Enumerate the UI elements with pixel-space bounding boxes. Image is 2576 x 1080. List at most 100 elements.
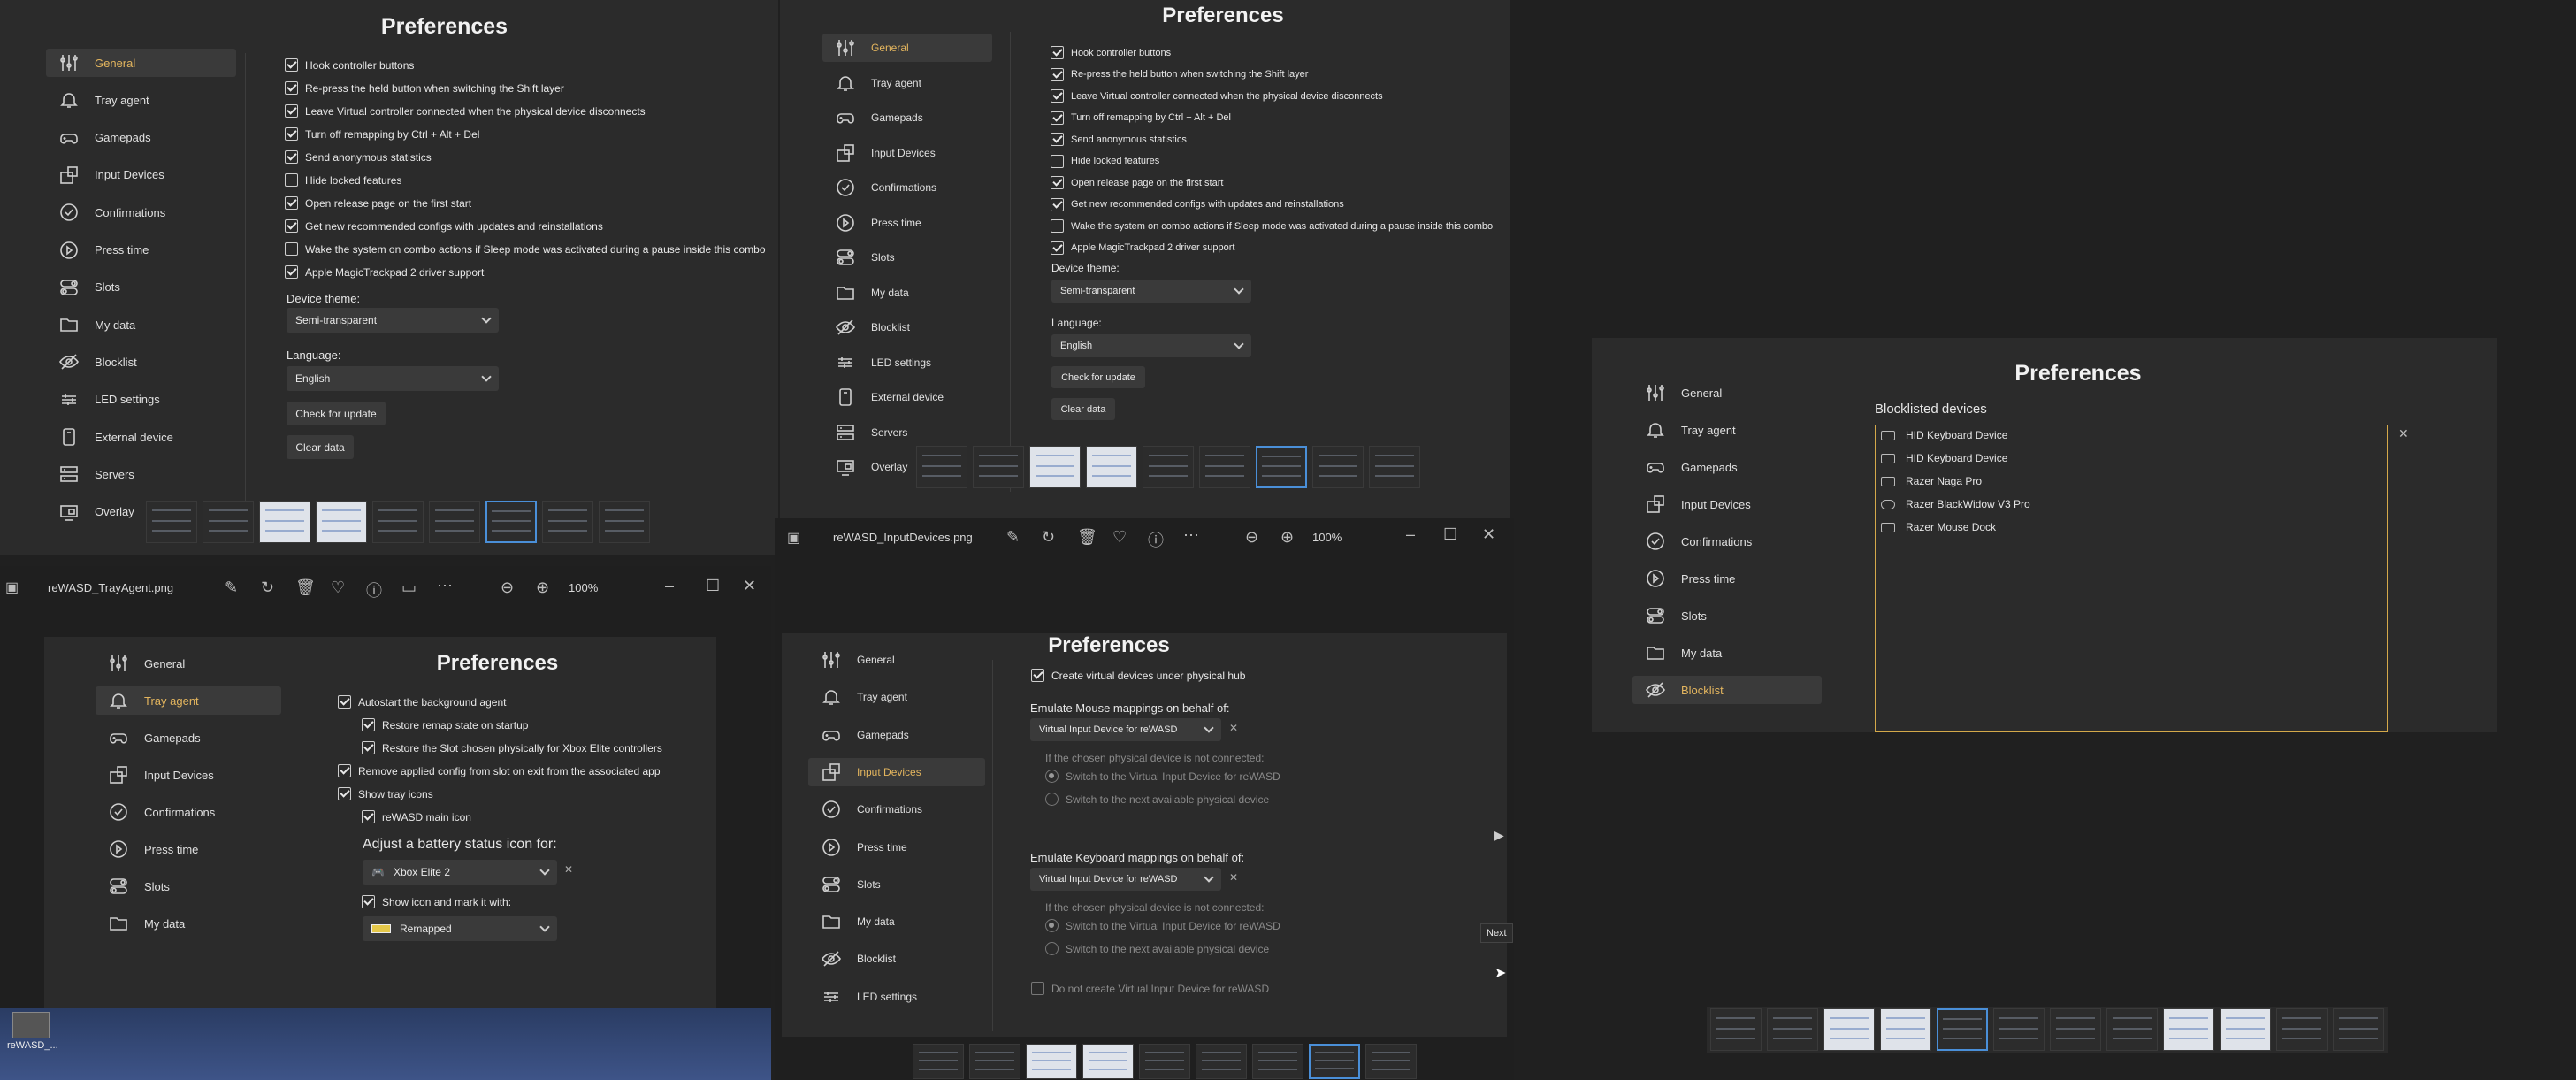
sidebar-item-confirm[interactable]: Confirmations	[822, 173, 992, 202]
filmstrip-thumbnail[interactable]	[2163, 1008, 2214, 1051]
main-icon-checkbox[interactable]: reWASD main icon	[362, 810, 471, 823]
zoom-out-icon[interactable]: ⊖	[501, 578, 514, 597]
remove-battery-icon[interactable]: ✕	[564, 863, 573, 876]
filmstrip-thumbnail[interactable]	[1312, 446, 1364, 488]
filmstrip-thumbnail[interactable]	[599, 501, 650, 543]
clear-mouse-icon[interactable]: ✕	[1229, 722, 1238, 734]
filmstrip-thumbnail[interactable]	[1937, 1008, 1988, 1051]
sidebar-item-slots[interactable]: Slots	[46, 273, 236, 302]
sidebar-item-confirm[interactable]: Confirmations	[1632, 527, 1822, 555]
show-tray-checkbox[interactable]: Show tray icons	[338, 787, 433, 800]
filmstrip-thumbnail[interactable]	[1256, 446, 1307, 488]
sidebar-item-general[interactable]: General	[808, 646, 985, 674]
mark-select[interactable]: Remapped	[363, 916, 557, 941]
do-not-create-checkbox[interactable]: Do not create Virtual Input Device for r…	[1031, 982, 1269, 995]
sidebar-item-blocklist[interactable]: Blocklist	[1632, 676, 1822, 704]
option-checkbox[interactable]: Leave Virtual controller connected when …	[1051, 89, 1383, 103]
rotate-icon[interactable]: ↻	[261, 578, 274, 597]
theme-select[interactable]: Semi-transparent	[287, 308, 499, 333]
filmstrip-thumbnail[interactable]	[1880, 1008, 1931, 1051]
sidebar-item-input[interactable]: Input Devices	[96, 761, 281, 789]
filmstrip-thumbnail[interactable]	[316, 501, 367, 543]
sidebar-item-general[interactable]: General	[96, 649, 281, 678]
sidebar-item-press[interactable]: Press time	[46, 236, 236, 264]
filmstrip-thumbnail[interactable]	[2220, 1008, 2271, 1051]
filmstrip-thumbnail[interactable]	[2333, 1008, 2384, 1051]
sidebar-item-press[interactable]: Press time	[96, 835, 281, 863]
heart-icon[interactable]: ♡	[1112, 528, 1127, 547]
sidebar-item-mydata[interactable]: My data	[822, 279, 992, 307]
filmstrip-thumbnail[interactable]	[1767, 1008, 1818, 1051]
remove-device-icon[interactable]: ✕	[2398, 426, 2409, 441]
close-icon[interactable]: ✕	[743, 577, 756, 595]
sidebar-item-slots[interactable]: Slots	[822, 243, 992, 272]
sidebar-item-confirm[interactable]: Confirmations	[96, 798, 281, 826]
option-checkbox[interactable]: Send anonymous statistics	[285, 150, 432, 164]
sidebar-item-tray[interactable]: Tray agent	[46, 86, 236, 114]
blocklist-device[interactable]: Razer Naga Pro	[1881, 475, 1982, 487]
filmstrip-thumbnail[interactable]	[146, 501, 197, 543]
mouse-switch-virtual-radio[interactable]: Switch to the Virtual Input Device for r…	[1045, 770, 1280, 783]
sidebar-item-slots[interactable]: Slots	[96, 872, 281, 900]
blocklist-device[interactable]: HID Keyboard Device	[1881, 452, 2007, 464]
more-icon[interactable]: ⋯	[1183, 526, 1199, 545]
filmstrip-thumbnail[interactable]	[913, 1044, 964, 1079]
maximize-icon[interactable]: ☐	[706, 577, 720, 595]
option-checkbox[interactable]: Leave Virtual controller connected when …	[285, 104, 646, 118]
language-select[interactable]: English	[287, 366, 499, 391]
option-checkbox[interactable]: Wake the system on combo actions if Slee…	[285, 242, 766, 256]
sidebar-item-external[interactable]: External device	[822, 383, 992, 411]
keyboard-switch-virtual-radio[interactable]: Switch to the Virtual Input Device for r…	[1045, 919, 1280, 932]
delete-icon[interactable]: 🗑	[1077, 528, 1097, 547]
filmstrip-thumbnail[interactable]	[1823, 1008, 1875, 1051]
close-icon[interactable]: ✕	[1482, 525, 1495, 544]
filmstrip-thumbnail[interactable]	[372, 501, 424, 543]
sidebar-item-general[interactable]: General	[46, 49, 236, 77]
blocklist-device[interactable]: Razer BlackWidow V3 Pro	[1881, 498, 2030, 510]
filmstrip-thumbnail[interactable]	[203, 501, 254, 543]
keyboard-switch-next-radio[interactable]: Switch to the next available physical de…	[1045, 942, 1269, 955]
sidebar-item-gamepads[interactable]: Gamepads	[808, 721, 985, 749]
delete-icon[interactable]: 🗑	[295, 578, 316, 597]
filmstrip-thumbnail[interactable]	[1199, 446, 1250, 488]
sidebar-item-input[interactable]: Input Devices	[808, 757, 985, 786]
sidebar-item-press[interactable]: Press time	[822, 209, 992, 237]
mouse-switch-next-radio[interactable]: Switch to the next available physical de…	[1045, 793, 1269, 806]
sidebar-item-mydata[interactable]: My data	[96, 909, 281, 938]
option-checkbox[interactable]: Open release page on the first start	[285, 196, 471, 210]
filmstrip-thumbnail[interactable]	[259, 501, 310, 543]
video-icon[interactable]: ▭	[401, 578, 417, 597]
autostart-checkbox[interactable]: Autostart the background agent	[338, 695, 506, 709]
sidebar-item-external[interactable]: External device	[46, 423, 236, 451]
option-checkbox[interactable]: Turn off remapping by Ctrl + Alt + Del	[1051, 111, 1231, 125]
sidebar-item-gamepads[interactable]: Gamepads	[822, 103, 992, 132]
sidebar-item-mydata[interactable]: My data	[46, 310, 236, 339]
clear-keyboard-icon[interactable]: ✕	[1229, 871, 1238, 884]
filmstrip-thumbnail[interactable]	[2050, 1008, 2101, 1051]
sidebar-item-input[interactable]: Input Devices	[822, 139, 992, 167]
sidebar-item-tray[interactable]: Tray agent	[808, 683, 985, 711]
option-checkbox[interactable]: Apple MagicTrackpad 2 driver support	[285, 265, 484, 279]
show-icon-checkbox[interactable]: Show icon and mark it with:	[362, 895, 511, 908]
filmstrip-thumbnail[interactable]	[429, 501, 480, 543]
minimize-icon[interactable]: –	[1406, 525, 1415, 544]
filmstrip-thumbnail[interactable]	[2106, 1008, 2158, 1051]
option-checkbox[interactable]: Hook controller buttons	[285, 58, 414, 72]
option-checkbox[interactable]: Wake the system on combo actions if Slee…	[1051, 219, 1493, 233]
theme-select[interactable]: Semi-transparent	[1051, 280, 1251, 303]
sidebar-item-mydata[interactable]: My data	[808, 908, 985, 936]
option-checkbox[interactable]: Get new recommended configs with updates…	[285, 219, 603, 233]
zoom-in-icon[interactable]: ⊕	[1280, 528, 1294, 547]
sidebar-item-input[interactable]: Input Devices	[1632, 490, 1822, 518]
sidebar-item-blocklist[interactable]: Blocklist	[822, 313, 992, 341]
taskbar-file-icon[interactable]: reWASD_...	[7, 1012, 58, 1058]
sidebar-item-gamepads[interactable]: Gamepads	[1632, 453, 1822, 481]
option-checkbox[interactable]: Turn off remapping by Ctrl + Alt + Del	[285, 127, 479, 141]
sidebar-item-general[interactable]: General	[822, 34, 992, 62]
clear-data-button[interactable]: Clear data	[1051, 398, 1115, 420]
remove-config-checkbox[interactable]: Remove applied config from slot on exit …	[338, 764, 661, 777]
zoom-out-icon[interactable]: ⊖	[1245, 528, 1258, 547]
sidebar-item-slots[interactable]: Slots	[808, 870, 985, 899]
option-checkbox[interactable]: Apple MagicTrackpad 2 driver support	[1051, 241, 1234, 255]
restore-slot-checkbox[interactable]: Restore the Slot chosen physically for X…	[362, 741, 662, 754]
